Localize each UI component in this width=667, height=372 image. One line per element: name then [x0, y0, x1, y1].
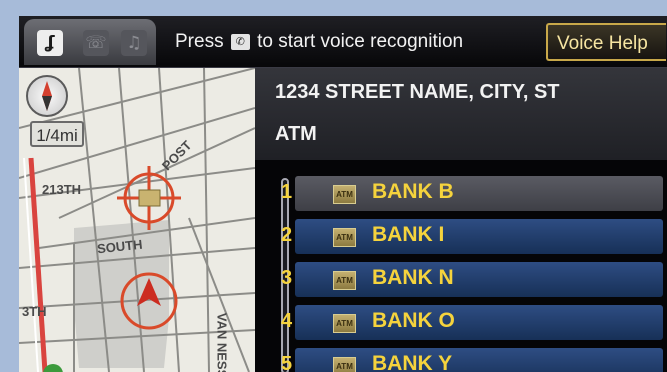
atm-icon: ATM: [333, 314, 356, 333]
mode-tab-group: ʆ ☏ ♫: [24, 19, 156, 65]
results-list: 1 ATM BANK B 2 ATM BANK I 3 ATM BANK N 4…: [255, 160, 667, 372]
destination-category: ATM: [275, 123, 317, 145]
compass-icon[interactable]: [26, 75, 68, 117]
result-name: BANK I: [372, 223, 445, 246]
result-row[interactable]: 1 ATM BANK B: [281, 176, 663, 211]
street-label: 213TH: [42, 182, 82, 197]
result-name: BANK N: [372, 266, 454, 289]
voice-help-button[interactable]: Voice Help: [546, 23, 666, 61]
result-number: 4: [281, 310, 293, 332]
result-number: 2: [281, 224, 293, 246]
nav-screen: ʆ ☏ ♫ Press ✆ to start voice recognition…: [19, 16, 667, 372]
street-label: 3TH: [22, 304, 47, 319]
atm-icon: ATM: [333, 357, 356, 372]
phone-mode-icon[interactable]: ☏: [83, 30, 109, 56]
destination-info: 1234 STREET NAME, CITY, ST ATM: [255, 68, 667, 160]
map-scale[interactable]: 1/4mi: [30, 121, 84, 147]
voice-prompt: Press ✆ to start voice recognition: [175, 31, 463, 53]
device-bezel-top: [0, 0, 667, 16]
result-name: BANK Y: [372, 352, 453, 372]
destination-address: 1234 STREET NAME, CITY, ST: [275, 81, 560, 103]
atm-icon: ATM: [333, 185, 356, 204]
device-bezel-left: [0, 0, 19, 372]
route-mode-icon[interactable]: ʆ: [37, 30, 63, 56]
result-number: 3: [281, 267, 293, 289]
audio-mode-icon[interactable]: ♫: [121, 30, 147, 56]
atm-icon: ATM: [333, 271, 356, 290]
result-row[interactable]: 2 ATM BANK I: [281, 219, 663, 254]
prompt-text-before: Press: [175, 31, 224, 52]
prompt-text-after: to start voice recognition: [257, 31, 464, 52]
top-status-bar: ʆ ☏ ♫ Press ✆ to start voice recognition…: [19, 16, 667, 68]
street-label: VAN NESS: [214, 312, 230, 372]
map-view[interactable]: 1/4mi 213TH SOUTH POST VAN NESS 3TH: [19, 68, 255, 372]
result-row[interactable]: 3 ATM BANK N: [281, 262, 663, 297]
result-name: BANK B: [372, 180, 454, 203]
result-number: 5: [281, 353, 293, 372]
result-row[interactable]: 4 ATM BANK O: [281, 305, 663, 340]
result-row[interactable]: 5 ATM BANK Y: [281, 348, 663, 372]
talk-button-icon: ✆: [230, 33, 250, 50]
atm-icon: ATM: [333, 228, 356, 247]
result-name: BANK O: [372, 309, 455, 332]
result-number: 1: [281, 181, 293, 203]
